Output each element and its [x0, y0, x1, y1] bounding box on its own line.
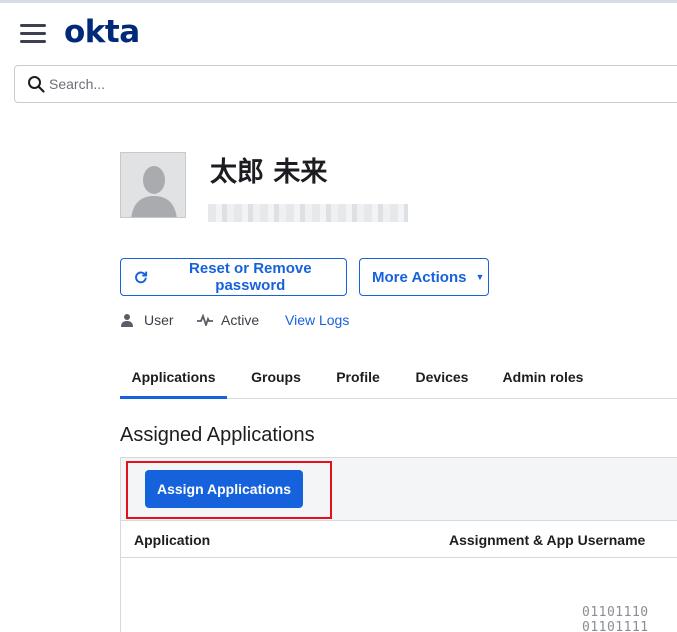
- more-actions-button[interactable]: More Actions ▼: [359, 258, 489, 296]
- okta-logo[interactable]: okta: [64, 14, 140, 50]
- reset-password-button[interactable]: Reset or Remove password: [120, 258, 347, 296]
- tab-applications[interactable]: Applications: [120, 360, 227, 399]
- user-status: Active: [197, 312, 259, 328]
- section-title: Assigned Applications: [120, 424, 315, 446]
- activity-icon: [197, 314, 213, 326]
- refresh-icon: [135, 271, 148, 284]
- user-email-redacted: [208, 204, 408, 222]
- caret-down-icon: ▼: [475, 272, 485, 282]
- panel-toolbar: Assign Applications: [121, 458, 677, 521]
- search-input[interactable]: [49, 73, 609, 95]
- user-name: 太郎 未来: [210, 157, 328, 188]
- user-icon: [121, 314, 133, 327]
- table-header: Application Assignment & App Username: [121, 521, 677, 558]
- tab-admin-roles[interactable]: Admin roles: [493, 360, 593, 399]
- avatar: [120, 152, 186, 218]
- user-status-label: Active: [221, 312, 260, 328]
- search-bar[interactable]: [14, 65, 677, 103]
- binary-line: 01101110: [582, 605, 649, 620]
- user-type: User: [120, 312, 174, 328]
- user-type-label: User: [144, 312, 174, 328]
- tab-profile[interactable]: Profile: [325, 360, 391, 399]
- assign-applications-button[interactable]: Assign Applications: [145, 470, 303, 508]
- user-silhouette-icon: [121, 153, 185, 217]
- top-border: [0, 0, 677, 3]
- more-actions-label: More Actions: [372, 268, 467, 286]
- empty-state-art: 01101110 01101111: [582, 605, 649, 632]
- tab-devices[interactable]: Devices: [404, 360, 480, 399]
- search-icon: [28, 76, 45, 93]
- reset-password-label: Reset or Remove password: [189, 260, 312, 294]
- binary-line: 01101111: [582, 620, 649, 632]
- column-assignment: Assignment & App Username: [449, 532, 646, 548]
- assigned-applications-panel: Assign Applications Application Assignme…: [120, 457, 677, 632]
- profile-tabs: Applications Groups Profile Devices Admi…: [120, 360, 677, 399]
- tab-groups[interactable]: Groups: [240, 360, 312, 399]
- column-application: Application: [134, 532, 211, 548]
- menu-icon[interactable]: [20, 24, 46, 44]
- view-logs-link[interactable]: View Logs: [285, 312, 349, 328]
